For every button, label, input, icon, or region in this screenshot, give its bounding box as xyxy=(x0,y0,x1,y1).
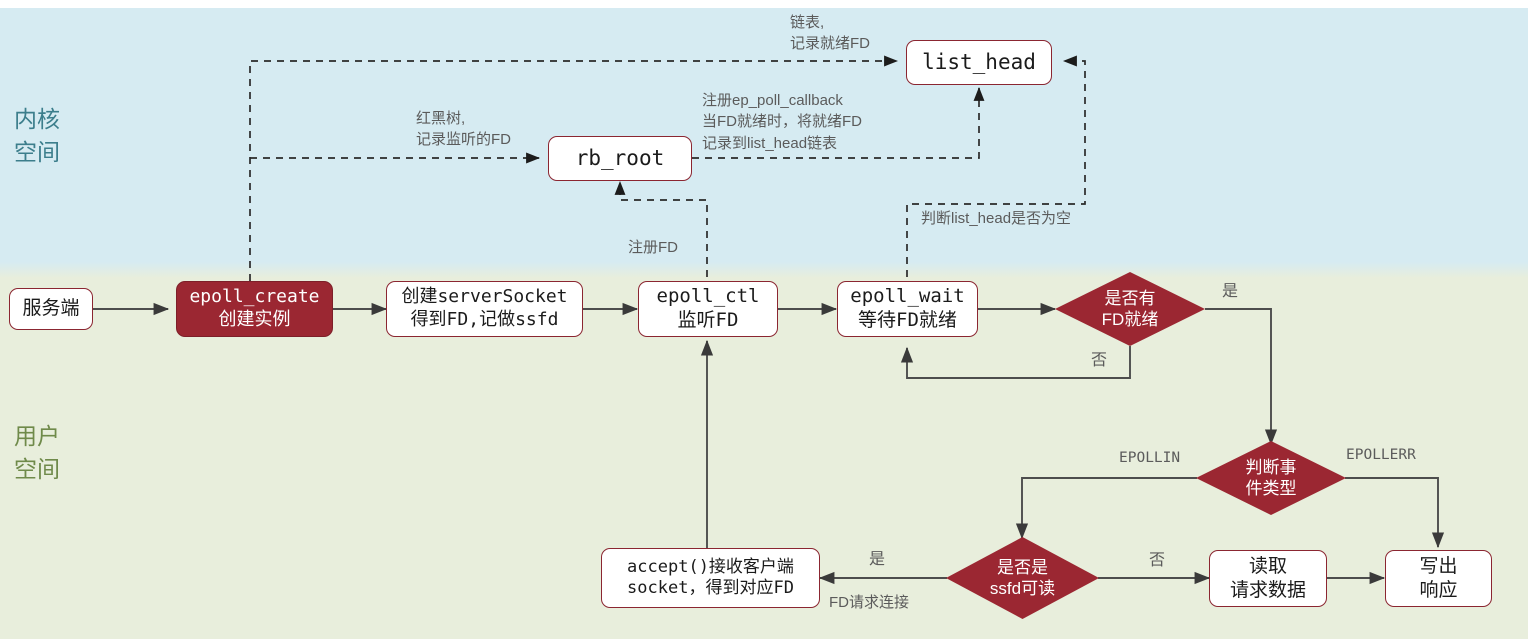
node-rb-root[interactable]: rb_root xyxy=(548,136,692,181)
node-epoll-wait[interactable]: epoll_wait 等待FD就绪 xyxy=(837,281,978,337)
edge-label-check-list-head-empty: 判断list_head是否为空 xyxy=(921,210,1072,227)
edge-label-linkedlist: 链表, 记录就绪FD xyxy=(790,14,870,53)
decision-fd-ready-label: 是否有 FD就绪 xyxy=(1101,288,1159,329)
user-space-label: 用户 空间 xyxy=(14,423,60,483)
node-write-response-label: 写出 响应 xyxy=(1419,555,1458,601)
diagram-canvas: 内核 空间 用户 空间 rb_root list_head 红黑树, 记录监听的… xyxy=(0,0,1528,639)
node-epoll-wait-label: epoll_wait 等待FD就绪 xyxy=(850,285,965,331)
node-list-head-label: list_head xyxy=(922,50,1036,75)
band-gradient-divider xyxy=(0,262,1528,278)
node-write-response[interactable]: 写出 响应 xyxy=(1385,550,1492,607)
decision-ssfd-readable-label: 是否是 ssfd可读 xyxy=(989,557,1056,598)
node-create-server-socket[interactable]: 创建serverSocket 得到FD,记做ssfd xyxy=(386,281,583,337)
node-accept[interactable]: accept()接收客户端 socket，得到对应FD xyxy=(601,548,820,608)
edge-label-epollin: EPOLLIN xyxy=(1119,450,1181,466)
node-read-request-label: 读取 请求数据 xyxy=(1229,555,1306,601)
edge-label-ssfd-no: 否 xyxy=(1149,552,1166,569)
kernel-space-label: 内核 空间 xyxy=(14,106,60,166)
edge-label-register-fd: 注册FD xyxy=(628,239,678,256)
decision-fd-ready[interactable]: 是否有 FD就绪 xyxy=(1055,272,1205,346)
node-list-head[interactable]: list_head xyxy=(906,40,1052,85)
decision-event-type[interactable]: 判断事 件类型 xyxy=(1196,441,1346,515)
node-read-request[interactable]: 读取 请求数据 xyxy=(1209,550,1327,607)
node-rb-root-label: rb_root xyxy=(575,146,665,171)
node-epoll-ctl-label: epoll_ctl 监听FD xyxy=(656,285,760,331)
edge-label-ep-poll-callback: 注册ep_poll_callback 当FD就绪时，将就绪FD 记录到list_… xyxy=(702,92,862,152)
top-white-strip xyxy=(0,0,1528,8)
node-create-server-socket-label: 创建serverSocket 得到FD,记做ssfd xyxy=(401,286,568,330)
decision-ssfd-readable[interactable]: 是否是 ssfd可读 xyxy=(946,537,1099,619)
edge-label-fd-ready-no: 否 xyxy=(1091,352,1108,369)
node-epoll-ctl[interactable]: epoll_ctl 监听FD xyxy=(638,281,778,337)
edge-label-rbtree: 红黑树, 记录监听的FD xyxy=(416,110,511,149)
node-server[interactable]: 服务端 xyxy=(9,288,93,330)
decision-event-type-label: 判断事 件类型 xyxy=(1245,457,1297,498)
node-accept-label: accept()接收客户端 socket，得到对应FD xyxy=(627,556,794,598)
node-epoll-create[interactable]: epoll_create 创建实例 xyxy=(176,281,333,337)
edge-label-epollerr: EPOLLERR xyxy=(1346,447,1416,463)
edge-label-ssfd-yes-detail: FD请求连接 xyxy=(829,594,909,611)
edge-label-ssfd-yes: 是 xyxy=(869,551,886,568)
node-server-label: 服务端 xyxy=(22,298,80,320)
node-epoll-create-label: epoll_create 创建实例 xyxy=(189,286,320,330)
edge-label-fd-ready-yes: 是 xyxy=(1222,283,1239,300)
